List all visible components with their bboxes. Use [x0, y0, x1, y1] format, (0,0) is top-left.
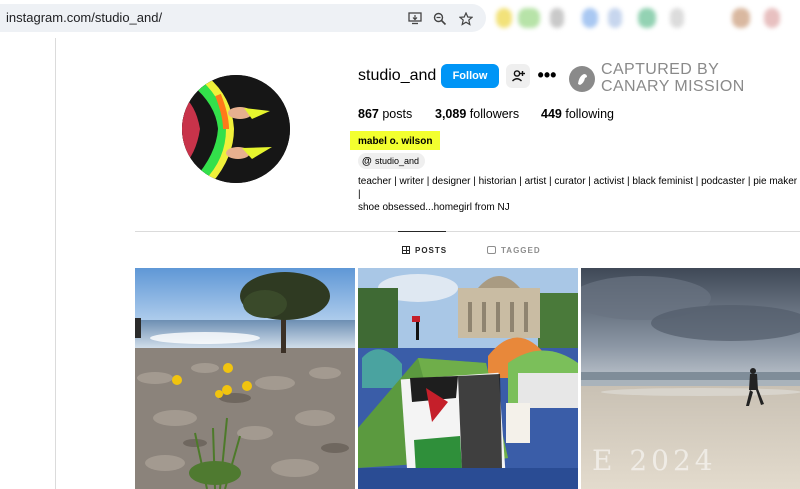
- extension-icon[interactable]: [638, 8, 656, 28]
- extension-icon[interactable]: [582, 8, 598, 28]
- suggested-users-button[interactable]: [506, 64, 530, 88]
- post-image-lakeshore: [135, 268, 355, 489]
- extension-icon[interactable]: [764, 8, 780, 28]
- real-name-highlight: mabel o. wilson: [350, 131, 441, 150]
- extensions-area: [492, 6, 800, 30]
- post-thumbnail[interactable]: [358, 268, 578, 489]
- left-navigation: [0, 38, 56, 489]
- follow-button[interactable]: Follow: [441, 64, 499, 88]
- post-image-encampment: [358, 268, 578, 489]
- extension-icon[interactable]: [496, 8, 512, 28]
- active-tab-indicator: [398, 231, 446, 232]
- followers-label: followers: [469, 107, 520, 121]
- real-name: mabel o. wilson: [358, 136, 433, 147]
- bookmark-star-icon[interactable]: [458, 11, 474, 26]
- profile-username: studio_and: [358, 67, 437, 84]
- address-bar[interactable]: instagram.com/studio_and/: [0, 4, 486, 32]
- following-count: 449: [541, 107, 562, 121]
- tabs-divider: [135, 231, 800, 232]
- post-thumbnail[interactable]: [135, 268, 355, 489]
- profile-avatar-icon[interactable]: [732, 8, 750, 28]
- zoom-icon[interactable]: [432, 12, 448, 26]
- posts-count: 867: [358, 107, 379, 121]
- tagged-icon: [487, 246, 496, 254]
- add-person-icon: [512, 70, 525, 82]
- url-text[interactable]: instagram.com/studio_and/: [6, 10, 162, 25]
- followers-count: 3,089: [435, 107, 467, 121]
- watermark-line-2: CANARY MISSION: [601, 78, 745, 95]
- canary-bird-icon: [569, 66, 595, 92]
- followers-stat[interactable]: 3,089 followers: [435, 107, 519, 121]
- extension-icon[interactable]: [550, 8, 564, 28]
- extension-icon[interactable]: [670, 8, 684, 28]
- more-options-icon[interactable]: •••: [537, 64, 557, 88]
- threads-handle: studio_and: [375, 156, 420, 166]
- posts-label: posts: [382, 107, 413, 121]
- grid-icon: [402, 246, 410, 254]
- profile-bio: teacher | writer | designer | historian …: [358, 175, 798, 214]
- following-label: following: [565, 107, 614, 121]
- extension-icon[interactable]: [608, 8, 622, 28]
- bio-line-2: shoe obsessed...homegirl from NJ: [358, 202, 510, 213]
- profile-avatar[interactable]: [182, 75, 290, 183]
- tab-tagged[interactable]: TAGGED: [487, 246, 541, 255]
- watermark-year-overlay: E 2024: [592, 444, 717, 477]
- bio-line-1: teacher | writer | designer | historian …: [358, 176, 798, 200]
- watermark-line-1: CAPTURED BY: [601, 61, 720, 78]
- threads-link[interactable]: @ studio_and: [358, 153, 426, 169]
- tab-posts[interactable]: POSTS: [402, 246, 447, 255]
- watermark: CAPTURED BY CANARY MISSION: [569, 62, 769, 96]
- tab-tagged-label: TAGGED: [501, 246, 541, 255]
- install-app-icon[interactable]: [407, 12, 423, 26]
- following-stat[interactable]: 449 following: [541, 107, 614, 121]
- tab-posts-label: POSTS: [415, 246, 448, 255]
- posts-stat: 867 posts: [358, 107, 412, 121]
- extension-icon[interactable]: [518, 8, 540, 28]
- threads-icon: @: [362, 156, 372, 167]
- browser-toolbar: instagram.com/studio_and/: [0, 0, 800, 38]
